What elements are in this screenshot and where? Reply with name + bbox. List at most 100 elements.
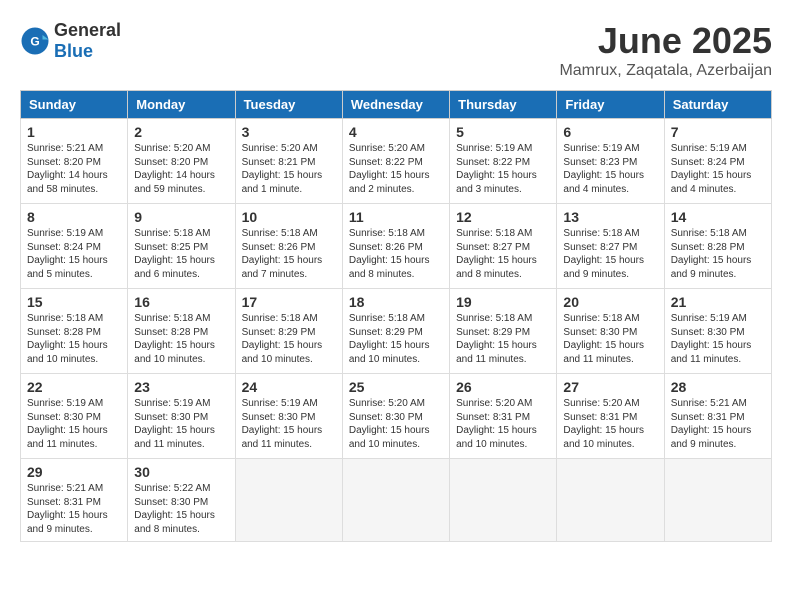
day-info: Sunrise: 5:19 AMSunset: 8:30 PMDaylight:… [671, 312, 765, 366]
calendar-cell: 20 Sunrise: 5:18 AMSunset: 8:30 PMDayligh… [557, 289, 664, 374]
weekday-header-friday: Friday [557, 91, 664, 119]
weekday-header-sunday: Sunday [21, 91, 128, 119]
calendar-cell [235, 459, 342, 542]
day-number: 20 [563, 294, 657, 310]
weekday-header-thursday: Thursday [450, 91, 557, 119]
weekday-header-tuesday: Tuesday [235, 91, 342, 119]
calendar-cell: 29 Sunrise: 5:21 AMSunset: 8:31 PMDayligh… [21, 459, 128, 542]
day-number: 16 [134, 294, 228, 310]
day-info: Sunrise: 5:18 AMSunset: 8:29 PMDaylight:… [242, 312, 336, 366]
calendar-cell: 19 Sunrise: 5:18 AMSunset: 8:29 PMDayligh… [450, 289, 557, 374]
weekday-header-monday: Monday [128, 91, 235, 119]
calendar-cell: 24Sunrise: 5:19 AMSunset: 8:30 PMDayligh… [235, 374, 342, 459]
day-info: Sunrise: 5:19 AMSunset: 8:22 PMDaylight:… [456, 142, 550, 196]
calendar-cell: 3 Sunrise: 5:20 AMSunset: 8:21 PMDaylight… [235, 119, 342, 204]
weekday-header-wednesday: Wednesday [342, 91, 449, 119]
calendar-cell [557, 459, 664, 542]
day-info: Sunrise: 5:18 AMSunset: 8:28 PMDaylight:… [671, 227, 765, 281]
day-number: 17 [242, 294, 336, 310]
calendar-cell: 8Sunrise: 5:19 AMSunset: 8:24 PMDaylight… [21, 204, 128, 289]
day-info: Sunrise: 5:19 AMSunset: 8:24 PMDaylight:… [27, 227, 121, 281]
calendar-cell [450, 459, 557, 542]
day-number: 3 [242, 124, 336, 140]
day-info: Sunrise: 5:18 AMSunset: 8:28 PMDaylight:… [27, 312, 121, 366]
calendar-cell: 9 Sunrise: 5:18 AMSunset: 8:25 PMDaylight… [128, 204, 235, 289]
calendar-cell: 18 Sunrise: 5:18 AMSunset: 8:29 PMDayligh… [342, 289, 449, 374]
day-number: 1 [27, 124, 121, 140]
logo-icon: G [20, 26, 50, 56]
day-number: 14 [671, 209, 765, 225]
calendar-cell: 5Sunrise: 5:19 AMSunset: 8:22 PMDaylight… [450, 119, 557, 204]
logo: G General Blue [20, 20, 121, 62]
day-info: Sunrise: 5:21 AMSunset: 8:31 PMDaylight:… [27, 482, 121, 536]
day-number: 29 [27, 464, 121, 480]
calendar-cell: 26Sunrise: 5:20 AMSunset: 8:31 PMDayligh… [450, 374, 557, 459]
day-info: Sunrise: 5:19 AMSunset: 8:30 PMDaylight:… [134, 397, 228, 451]
calendar-cell [342, 459, 449, 542]
calendar-cell: 6 Sunrise: 5:19 AMSunset: 8:23 PMDaylight… [557, 119, 664, 204]
calendar-cell: 21 Sunrise: 5:19 AMSunset: 8:30 PMDayligh… [664, 289, 771, 374]
day-number: 27 [563, 379, 657, 395]
day-number: 25 [349, 379, 443, 395]
day-info: Sunrise: 5:20 AMSunset: 8:20 PMDaylight:… [134, 142, 228, 196]
day-number: 10 [242, 209, 336, 225]
day-number: 22 [27, 379, 121, 395]
day-number: 7 [671, 124, 765, 140]
day-number: 2 [134, 124, 228, 140]
calendar-cell: 25Sunrise: 5:20 AMSunset: 8:30 PMDayligh… [342, 374, 449, 459]
day-info: Sunrise: 5:19 AMSunset: 8:24 PMDaylight:… [671, 142, 765, 196]
day-number: 18 [349, 294, 443, 310]
day-number: 23 [134, 379, 228, 395]
calendar-cell: 2 Sunrise: 5:20 AMSunset: 8:20 PMDaylight… [128, 119, 235, 204]
day-info: Sunrise: 5:18 AMSunset: 8:29 PMDaylight:… [349, 312, 443, 366]
day-number: 9 [134, 209, 228, 225]
calendar-cell: 11Sunrise: 5:18 AMSunset: 8:26 PMDayligh… [342, 204, 449, 289]
weekday-header-saturday: Saturday [664, 91, 771, 119]
calendar-cell: 27 Sunrise: 5:20 AMSunset: 8:31 PMDayligh… [557, 374, 664, 459]
day-info: Sunrise: 5:18 AMSunset: 8:28 PMDaylight:… [134, 312, 228, 366]
month-title: June 2025 [559, 20, 772, 62]
weekday-header-row: SundayMondayTuesdayWednesdayThursdayFrid… [21, 91, 772, 119]
day-info: Sunrise: 5:18 AMSunset: 8:27 PMDaylight:… [456, 227, 550, 281]
day-number: 15 [27, 294, 121, 310]
calendar-cell: 22 Sunrise: 5:19 AMSunset: 8:30 PMDayligh… [21, 374, 128, 459]
day-number: 13 [563, 209, 657, 225]
day-info: Sunrise: 5:18 AMSunset: 8:30 PMDaylight:… [563, 312, 657, 366]
day-number: 30 [134, 464, 228, 480]
calendar-cell: 16 Sunrise: 5:18 AMSunset: 8:28 PMDayligh… [128, 289, 235, 374]
calendar-cell [664, 459, 771, 542]
calendar-cell: 17 Sunrise: 5:18 AMSunset: 8:29 PMDayligh… [235, 289, 342, 374]
title-area: June 2025 Mamrux, Zaqatala, Azerbaijan [559, 20, 772, 80]
day-info: Sunrise: 5:19 AMSunset: 8:23 PMDaylight:… [563, 142, 657, 196]
day-number: 19 [456, 294, 550, 310]
calendar-cell: 7 Sunrise: 5:19 AMSunset: 8:24 PMDaylight… [664, 119, 771, 204]
calendar-cell: 1Sunrise: 5:21 AMSunset: 8:20 PMDaylight… [21, 119, 128, 204]
day-info: Sunrise: 5:18 AMSunset: 8:25 PMDaylight:… [134, 227, 228, 281]
svg-text:G: G [30, 35, 39, 49]
logo-blue: Blue [54, 41, 93, 61]
day-info: Sunrise: 5:21 AMSunset: 8:31 PMDaylight:… [671, 397, 765, 451]
calendar-cell: 28Sunrise: 5:21 AMSunset: 8:31 PMDayligh… [664, 374, 771, 459]
day-info: Sunrise: 5:20 AMSunset: 8:21 PMDaylight:… [242, 142, 336, 196]
logo-general: General [54, 20, 121, 40]
header: G General Blue June 2025 Mamrux, Zaqatal… [20, 20, 772, 80]
calendar: SundayMondayTuesdayWednesdayThursdayFrid… [20, 90, 772, 542]
location-title: Mamrux, Zaqatala, Azerbaijan [559, 62, 772, 80]
day-number: 12 [456, 209, 550, 225]
calendar-cell: 4Sunrise: 5:20 AMSunset: 8:22 PMDaylight… [342, 119, 449, 204]
day-info: Sunrise: 5:19 AMSunset: 8:30 PMDaylight:… [27, 397, 121, 451]
day-info: Sunrise: 5:20 AMSunset: 8:22 PMDaylight:… [349, 142, 443, 196]
calendar-cell: 30Sunrise: 5:22 AMSunset: 8:30 PMDayligh… [128, 459, 235, 542]
calendar-row-1: 1Sunrise: 5:21 AMSunset: 8:20 PMDaylight… [21, 119, 772, 204]
calendar-cell: 23 Sunrise: 5:19 AMSunset: 8:30 PMDayligh… [128, 374, 235, 459]
day-number: 21 [671, 294, 765, 310]
day-info: Sunrise: 5:20 AMSunset: 8:31 PMDaylight:… [563, 397, 657, 451]
day-info: Sunrise: 5:18 AMSunset: 8:29 PMDaylight:… [456, 312, 550, 366]
day-info: Sunrise: 5:19 AMSunset: 8:30 PMDaylight:… [242, 397, 336, 451]
day-number: 26 [456, 379, 550, 395]
calendar-row-2: 8Sunrise: 5:19 AMSunset: 8:24 PMDaylight… [21, 204, 772, 289]
day-number: 6 [563, 124, 657, 140]
calendar-cell: 12 Sunrise: 5:18 AMSunset: 8:27 PMDayligh… [450, 204, 557, 289]
day-number: 11 [349, 209, 443, 225]
calendar-row-4: 22 Sunrise: 5:19 AMSunset: 8:30 PMDayligh… [21, 374, 772, 459]
